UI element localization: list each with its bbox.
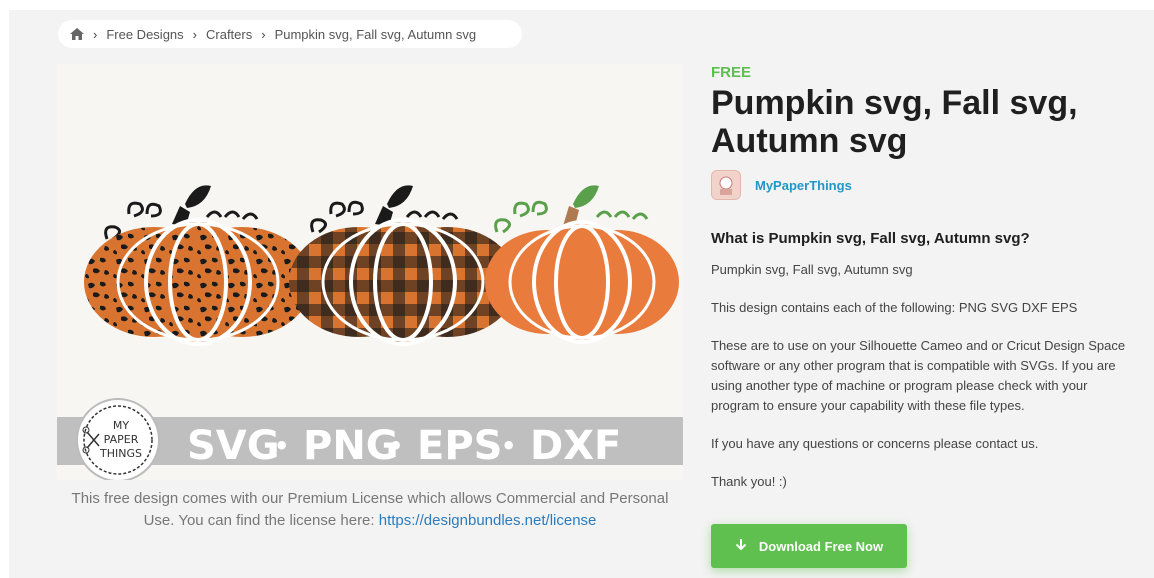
banner-dot: • (274, 432, 289, 460)
leopard-pumpkin (84, 185, 312, 346)
description-paragraph: Thank you! :) (711, 474, 787, 489)
free-badge: FREE (711, 64, 752, 81)
description-paragraph: Pumpkin svg, Fall svg, Autumn svg (711, 262, 913, 277)
author-avatar[interactable] (711, 170, 741, 200)
svg-text:PAPER: PAPER (104, 433, 139, 446)
breadcrumb-link-free-designs[interactable]: Free Designs (106, 27, 183, 42)
description-heading: What is Pumpkin svg, Fall svg, Autumn sv… (711, 230, 1030, 247)
breadcrumb-link-crafters[interactable]: Crafters (206, 27, 252, 42)
breadcrumb-current-page: Pumpkin svg, Fall svg, Autumn svg (274, 26, 477, 42)
plaid-pumpkin (289, 185, 517, 346)
banner-dot: • (501, 432, 516, 460)
chevron-right-icon: › (261, 26, 266, 42)
chevron-right-icon: › (192, 26, 197, 42)
description-body: Pumpkin svg, Fall svg, Autumn svg This d… (711, 260, 1136, 510)
download-arrow-icon (735, 538, 747, 554)
banner-dxf: DXF (530, 423, 621, 469)
orange-pumpkin (485, 185, 679, 344)
author-name[interactable]: MyPaperThings (755, 178, 852, 193)
banner-dot: • (388, 432, 403, 460)
svg-text:THINGS: THINGS (99, 447, 142, 460)
home-icon[interactable] (70, 28, 84, 40)
banner-eps: EPS (417, 423, 502, 469)
license-notice: This free design comes with our Premium … (57, 488, 683, 532)
license-link[interactable]: https://designbundles.net/license (379, 512, 597, 529)
svg-text:MY: MY (113, 419, 129, 432)
banner-svg: SVG (187, 423, 280, 469)
breadcrumb: › Free Designs › Crafters › Pumpkin svg,… (58, 20, 522, 48)
my-paper-things-logo: MY PAPER THINGS (76, 398, 160, 480)
banner-png: PNG (303, 423, 399, 469)
chevron-right-icon: › (93, 26, 98, 42)
download-free-button[interactable]: Download Free Now (711, 524, 907, 568)
product-title: Pumpkin svg, Fall svg, Autumn svg (711, 84, 1078, 160)
description-paragraph: These are to use on your Silhouette Came… (711, 338, 1126, 413)
description-paragraph: If you have any questions or concerns pl… (711, 436, 1039, 451)
download-button-label: Download Free Now (758, 538, 884, 554)
description-paragraph: This design contains each of the followi… (711, 300, 1078, 315)
product-image[interactable]: SVG • PNG • EPS • DXF MY PAPER THINGS (57, 64, 683, 480)
author-link[interactable]: MyPaperThings (711, 170, 852, 200)
